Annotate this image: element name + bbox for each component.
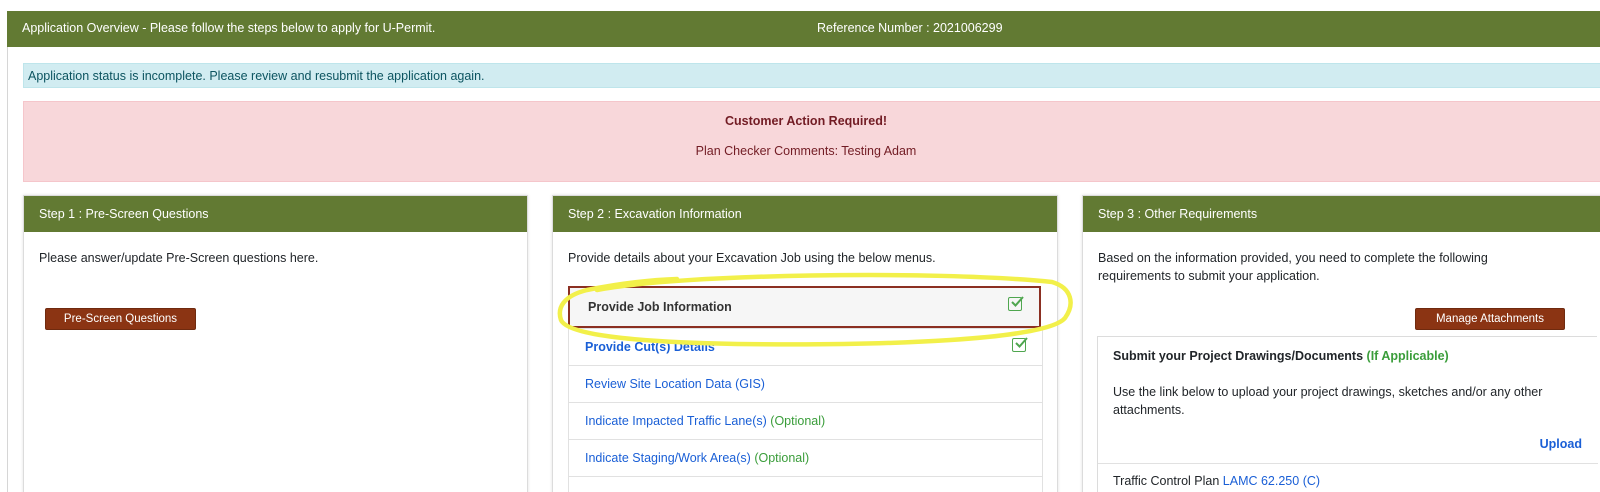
step3-text: Based on the information provided, you n… xyxy=(1098,251,1488,283)
menu-item-label: Review Site Location Data (GIS) xyxy=(585,377,765,391)
step3-title: Step 3 : Other Requirements xyxy=(1083,196,1600,232)
divider xyxy=(1098,463,1598,464)
reference-number: Reference Number : 2021006299 xyxy=(817,21,1003,35)
menu-item-traffic-lanes[interactable]: Indicate Impacted Traffic Lane(s) (Optio… xyxy=(568,402,1043,440)
menu-item-label: Indicate Staging/Work Area(s) xyxy=(585,451,751,465)
project-drawings-panel: Submit your Project Drawings/Documents (… xyxy=(1097,336,1598,492)
menu-item-cut-details[interactable]: Provide Cut(s) Details xyxy=(568,328,1043,366)
menu-item-next[interactable] xyxy=(568,476,1043,492)
optional-tag: (Optional) xyxy=(770,414,826,428)
plan-checker-comments: Plan Checker Comments: Testing Adam xyxy=(695,144,917,158)
optional-tag: (Optional) xyxy=(754,451,810,465)
menu-item-label: Provide Job Information xyxy=(588,300,732,314)
step1-card: Step 1 : Pre-Screen Questions Please ans… xyxy=(23,195,528,492)
step2-card: Step 2 : Excavation Information Provide … xyxy=(552,195,1058,492)
customer-action-alert: Customer Action Required! Plan Checker C… xyxy=(23,101,1600,182)
lamc-link[interactable]: LAMC 62.250 (C) xyxy=(1223,474,1320,488)
manage-attachments-button[interactable]: Manage Attachments xyxy=(1415,308,1565,330)
step3-card: Step 3 : Other Requirements Based on the… xyxy=(1082,195,1600,492)
step1-title: Step 1 : Pre-Screen Questions xyxy=(24,196,527,232)
checkbox-checked-icon xyxy=(1008,296,1024,311)
menu-item-label: Indicate Impacted Traffic Lane(s) xyxy=(585,414,767,428)
menu-item-staging-area[interactable]: Indicate Staging/Work Area(s) (Optional) xyxy=(568,439,1043,477)
project-drawings-title: Submit your Project Drawings/Documents xyxy=(1113,349,1364,363)
upload-link[interactable]: Upload xyxy=(1540,437,1582,451)
menu-item-job-information[interactable]: Provide Job Information xyxy=(568,286,1041,328)
step2-text: Provide details about your Excavation Jo… xyxy=(568,251,936,265)
project-drawings-heading: Submit your Project Drawings/Documents (… xyxy=(1113,349,1449,363)
traffic-control-plan-label: Traffic Control Plan xyxy=(1113,474,1220,488)
step1-text: Please answer/update Pre-Screen question… xyxy=(39,251,319,265)
header-title: Application Overview - Please follow the… xyxy=(22,21,436,35)
traffic-control-plan-row: Traffic Control Plan LAMC 62.250 (C) xyxy=(1113,474,1320,488)
menu-item-site-location[interactable]: Review Site Location Data (GIS) xyxy=(568,365,1043,403)
application-overview-header: Application Overview - Please follow the… xyxy=(7,11,1600,47)
pre-screen-questions-button[interactable]: Pre-Screen Questions xyxy=(45,308,196,330)
project-drawings-description: Use the link below to upload your projec… xyxy=(1113,385,1543,417)
status-info-alert: Application status is incomplete. Please… xyxy=(23,63,1600,88)
if-applicable-note: (If Applicable) xyxy=(1366,349,1449,363)
menu-item-label: Provide Cut(s) Details xyxy=(585,340,715,354)
step2-title: Step 2 : Excavation Information xyxy=(553,196,1057,232)
page-border xyxy=(7,47,8,492)
customer-action-heading: Customer Action Required! xyxy=(724,114,888,128)
checkbox-checked-icon xyxy=(1012,337,1028,352)
